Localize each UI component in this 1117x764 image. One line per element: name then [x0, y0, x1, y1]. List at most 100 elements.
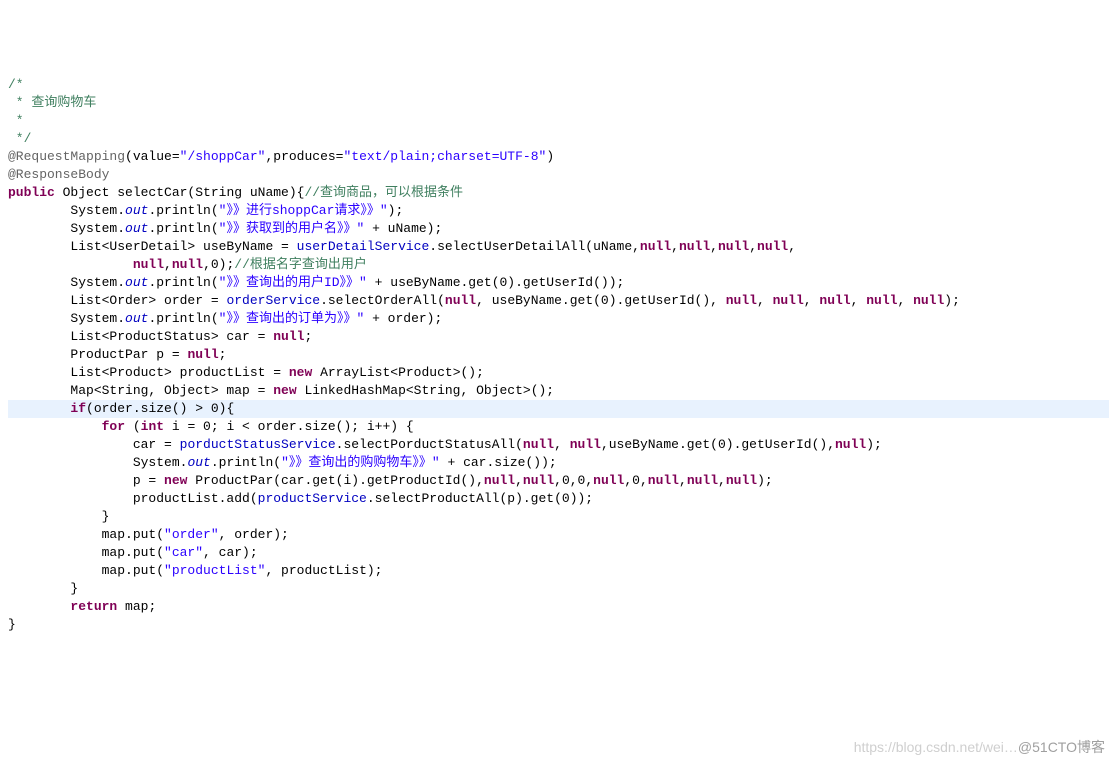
keyword-null: null	[679, 239, 710, 254]
text: , useByName.get(0).getUserId(),	[476, 293, 726, 308]
text: }	[8, 617, 16, 632]
field-ref: porductStatusService	[180, 437, 336, 452]
keyword-null: null	[133, 257, 164, 272]
text: System.	[8, 275, 125, 290]
text: i = 0; i < order.size(); i++) {	[164, 419, 414, 434]
text: List<Product> productList =	[8, 365, 289, 380]
text: .println(	[211, 455, 281, 470]
text	[8, 401, 70, 416]
static-field: out	[125, 311, 148, 326]
text: LinkedHashMap<String, Object>();	[297, 383, 554, 398]
text: ,	[515, 473, 523, 488]
watermark: https://blog.csdn.net/wei…@51CTO博客	[854, 738, 1105, 756]
string-literal: "》》查询出的用户ID》》"	[219, 275, 367, 290]
keyword: if	[70, 401, 86, 416]
text: ,	[718, 473, 726, 488]
annotation: @RequestMapping	[8, 149, 125, 164]
string-literal: "text/plain;charset=UTF-8"	[343, 149, 546, 164]
text: p =	[8, 473, 164, 488]
keyword-null: null	[523, 437, 554, 452]
text: (value=	[125, 149, 180, 164]
text: )	[546, 149, 554, 164]
keyword-null: null	[273, 329, 304, 344]
keyword: new	[289, 365, 312, 380]
text: ,0,	[624, 473, 647, 488]
text: ,	[897, 293, 913, 308]
text: car =	[8, 437, 180, 452]
text: map.put(	[8, 545, 164, 560]
static-field: out	[125, 275, 148, 290]
text: , car);	[203, 545, 258, 560]
keyword-null: null	[726, 293, 757, 308]
field-ref: productService	[258, 491, 367, 506]
keyword-null: null	[640, 239, 671, 254]
text: .println(	[148, 275, 218, 290]
text: );	[944, 293, 960, 308]
keyword-null: null	[523, 473, 554, 488]
text: ,produces=	[265, 149, 343, 164]
text: ;	[219, 347, 227, 362]
keyword-null: null	[835, 437, 866, 452]
text: .println(	[148, 221, 218, 236]
text: ,	[749, 239, 757, 254]
text: (	[125, 419, 141, 434]
watermark-light: https://blog.csdn.net/wei…	[854, 739, 1018, 755]
text: System.	[8, 203, 125, 218]
text: );	[866, 437, 882, 452]
text: ,0,0,	[554, 473, 593, 488]
text: ,	[671, 239, 679, 254]
text: .selectPorductStatusAll(	[336, 437, 523, 452]
keyword-null: null	[757, 239, 788, 254]
keyword: new	[164, 473, 187, 488]
keyword: new	[273, 383, 296, 398]
text: , order);	[219, 527, 289, 542]
keyword: public	[8, 185, 55, 200]
watermark-strong: @51CTO博客	[1018, 739, 1105, 755]
string-literal: "car"	[164, 545, 203, 560]
text: , productList);	[265, 563, 382, 578]
keyword-null: null	[445, 293, 476, 308]
keyword-null: null	[570, 437, 601, 452]
code-block: /* * 查询购物车 * */ @RequestMapping(value="/…	[8, 76, 1109, 634]
text: ,	[554, 437, 570, 452]
text: ,useByName.get(0).getUserId(),	[601, 437, 835, 452]
text: Map<String, Object> map =	[8, 383, 273, 398]
string-literal: "》》查询出的订单为》》"	[219, 311, 365, 326]
text: .selectProductAll(p).get(0));	[367, 491, 593, 506]
annotation: @ResponseBody	[8, 167, 109, 182]
string-literal: "》》进行shoppCar请求》》"	[219, 203, 388, 218]
field-ref: orderService	[226, 293, 320, 308]
field-ref: userDetailService	[297, 239, 430, 254]
text: List<ProductStatus> car =	[8, 329, 273, 344]
text: + car.size());	[440, 455, 557, 470]
keyword-null: null	[687, 473, 718, 488]
comment-line: * 查询购物车	[8, 95, 96, 110]
keyword: for	[102, 419, 125, 434]
text: .println(	[148, 203, 218, 218]
text: ProductPar p =	[8, 347, 187, 362]
highlighted-line: if(order.size() > 0){	[8, 400, 1109, 418]
keyword-null: null	[484, 473, 515, 488]
text: map.put(	[8, 527, 164, 542]
comment-line: //根据名字查询出用户	[234, 257, 367, 272]
keyword-null: null	[648, 473, 679, 488]
text: ,	[804, 293, 820, 308]
text: ProductPar(car.get(i).getProductId(),	[187, 473, 483, 488]
text: .selectOrderAll(	[320, 293, 445, 308]
keyword: return	[70, 599, 117, 614]
static-field: out	[125, 203, 148, 218]
keyword-null: null	[773, 293, 804, 308]
string-literal: "productList"	[164, 563, 265, 578]
text: System.	[8, 311, 125, 326]
text: List<UserDetail> useByName =	[8, 239, 297, 254]
text: );	[757, 473, 773, 488]
comment-line: /*	[8, 77, 24, 92]
comment-line: *	[8, 113, 24, 128]
text	[8, 599, 70, 614]
text: System.	[8, 221, 125, 236]
text	[8, 419, 102, 434]
text: List<Order> order =	[8, 293, 226, 308]
text: ,0);	[203, 257, 234, 272]
text: productList.add(	[8, 491, 258, 506]
text: }	[8, 509, 109, 524]
